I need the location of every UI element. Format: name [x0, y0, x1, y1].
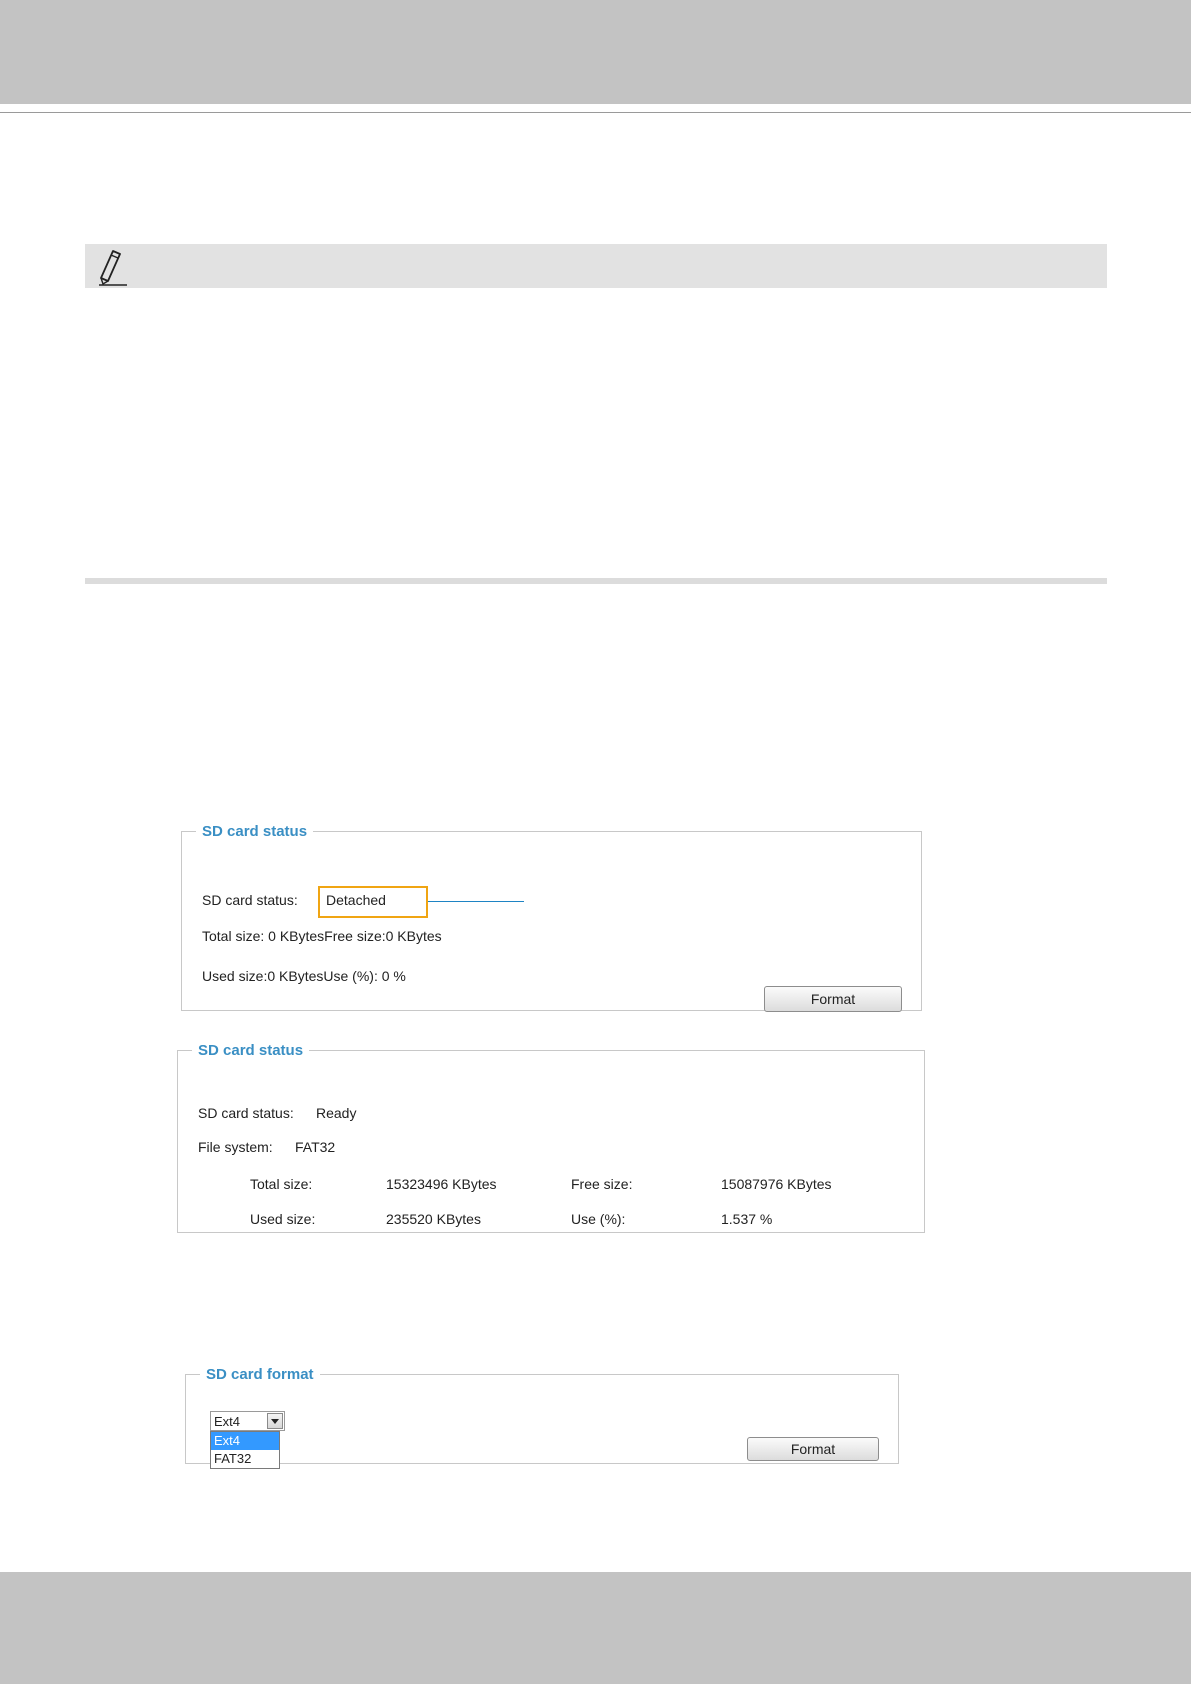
- header-divider-line: [0, 112, 1191, 113]
- panel-legend: SD card status: [202, 823, 308, 840]
- used-size-line: Used size:0 KBytesUse (%): 0 %: [202, 968, 406, 984]
- free-size-value: 15087976 KBytes: [721, 1176, 832, 1192]
- format-button[interactable]: Format: [747, 1437, 879, 1461]
- total-size-label: Total size:: [250, 1176, 313, 1192]
- use-percent-label: Use (%):: [571, 1211, 626, 1227]
- dropdown-option-ext4[interactable]: Ext4: [211, 1432, 279, 1450]
- total-size-value: 15323496 KBytes: [386, 1176, 497, 1192]
- file-system-label: File system:: [198, 1139, 273, 1155]
- status-value: Ready: [316, 1105, 357, 1121]
- status-value-highlight: Detached: [318, 886, 428, 918]
- select-value: Ext4: [214, 1414, 241, 1429]
- panel-legend: SD card status: [198, 1042, 304, 1059]
- used-size-label: Used size:: [250, 1211, 316, 1227]
- status-label: SD card status:: [198, 1105, 294, 1121]
- file-system-dropdown: Ext4 FAT32: [210, 1431, 280, 1469]
- status-value: Detached: [326, 892, 386, 908]
- sd-card-format-panel: SD card format Ext4 Ext4 FAT32 Format: [185, 1366, 899, 1469]
- file-system-value: FAT32: [295, 1139, 336, 1155]
- format-button[interactable]: Format: [764, 986, 902, 1012]
- use-percent-value: 1.537 %: [721, 1211, 773, 1227]
- page-footer-band: [0, 1572, 1191, 1684]
- status-label: SD card status:: [202, 892, 298, 908]
- chevron-down-icon[interactable]: [267, 1413, 283, 1429]
- sd-card-status-panel-detached: SD card status SD card status: Detached …: [181, 823, 922, 1012]
- used-size-value: 235520 KBytes: [386, 1211, 481, 1227]
- page-header-band: [0, 0, 1191, 104]
- dropdown-option-fat32[interactable]: FAT32: [211, 1450, 279, 1468]
- file-system-select[interactable]: Ext4: [210, 1411, 285, 1431]
- pencil-icon: [99, 250, 127, 286]
- note-bar: [85, 244, 1107, 288]
- free-size-label: Free size:: [571, 1176, 633, 1192]
- sd-card-status-panel-ready: SD card status SD card status: Ready Fil…: [177, 1042, 925, 1233]
- panel-legend: SD card format: [206, 1366, 314, 1383]
- section-divider: [85, 578, 1107, 584]
- callout-line: [428, 901, 524, 902]
- total-free-size-line: Total size: 0 KBytesFree size:0 KBytes: [202, 928, 442, 944]
